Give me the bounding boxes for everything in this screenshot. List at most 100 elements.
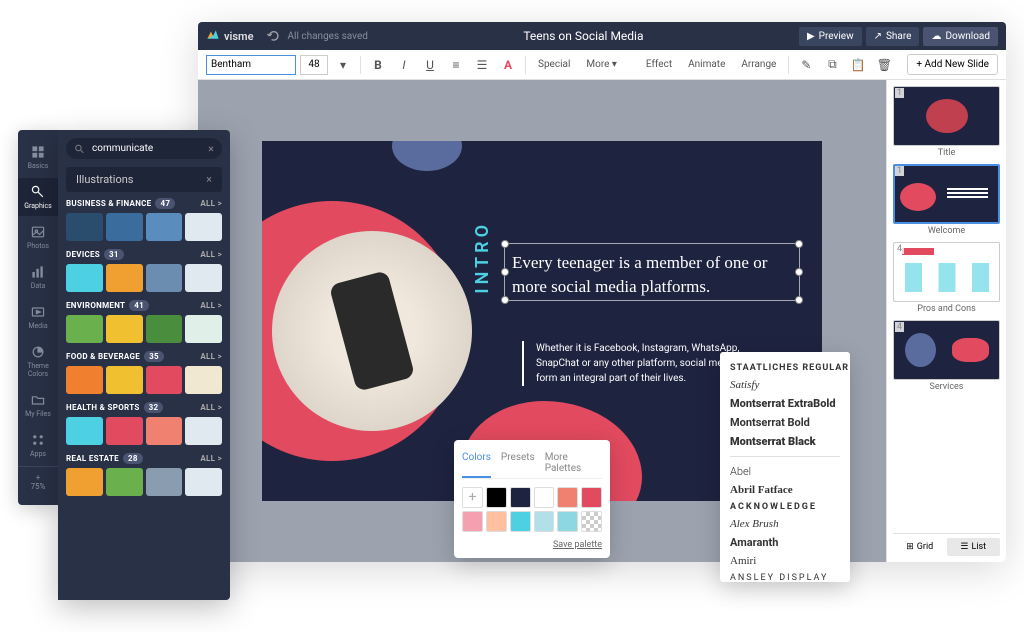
- category-header[interactable]: FOOD & BEVERAGE35All >: [66, 351, 222, 362]
- resize-handle[interactable]: [501, 268, 509, 276]
- graphic-thumb[interactable]: [106, 417, 143, 445]
- view-all-link[interactable]: All >: [200, 199, 222, 208]
- graphic-thumb[interactable]: [66, 315, 103, 343]
- graphic-thumb[interactable]: [185, 264, 222, 292]
- delete-icon[interactable]: 🗑: [873, 54, 895, 76]
- add-slide-button[interactable]: + Add New Slide: [907, 54, 998, 75]
- graphic-thumb[interactable]: [106, 264, 143, 292]
- graphic-thumb[interactable]: [66, 468, 103, 496]
- rail-data[interactable]: Data: [18, 258, 58, 296]
- category-header[interactable]: DEVICES31All >: [66, 249, 222, 260]
- graphic-thumb[interactable]: [185, 468, 222, 496]
- text-color-button[interactable]: A: [497, 54, 519, 76]
- font-option[interactable]: Acknowledge: [730, 499, 840, 515]
- grid-view-button[interactable]: ⊞ Grid: [893, 538, 947, 556]
- color-swatch[interactable]: [557, 511, 578, 532]
- more-button[interactable]: More ▾: [580, 59, 623, 70]
- font-family-select[interactable]: [206, 55, 296, 75]
- graphic-thumb[interactable]: [106, 468, 143, 496]
- underline-button[interactable]: U: [419, 54, 441, 76]
- font-size-dropdown-icon[interactable]: ▾: [332, 54, 354, 76]
- rail-apps[interactable]: Apps: [18, 426, 58, 464]
- italic-button[interactable]: I: [393, 54, 415, 76]
- view-all-link[interactable]: All >: [200, 301, 222, 310]
- rail-photos[interactable]: Photos: [18, 218, 58, 256]
- color-swatch[interactable]: [557, 487, 578, 508]
- graphic-thumb[interactable]: [146, 213, 183, 241]
- special-button[interactable]: Special: [532, 59, 576, 70]
- graphic-thumb[interactable]: [146, 417, 183, 445]
- paste-icon[interactable]: 📋: [847, 54, 869, 76]
- view-all-link[interactable]: All >: [200, 403, 222, 412]
- graphic-thumb[interactable]: [106, 213, 143, 241]
- category-header[interactable]: HEALTH & SPORTS32All >: [66, 402, 222, 413]
- resize-handle[interactable]: [795, 268, 803, 276]
- color-swatch[interactable]: [510, 487, 531, 508]
- font-option[interactable]: Alex Brush: [730, 515, 840, 533]
- arrange-button[interactable]: Arrange: [735, 59, 782, 70]
- resize-handle[interactable]: [795, 296, 803, 304]
- graphic-thumb[interactable]: [66, 264, 103, 292]
- graphic-thumb[interactable]: [106, 366, 143, 394]
- tab-colors[interactable]: Colors: [462, 448, 491, 478]
- color-swatch[interactable]: [510, 511, 531, 532]
- graphic-thumb[interactable]: [146, 264, 183, 292]
- slide-thumb[interactable]: 1 Title: [893, 86, 1000, 158]
- graphic-thumb[interactable]: [106, 315, 143, 343]
- color-swatch[interactable]: [534, 487, 555, 508]
- graphic-thumb[interactable]: [185, 366, 222, 394]
- tab-presets[interactable]: Presets: [501, 448, 535, 478]
- view-all-link[interactable]: All >: [200, 454, 222, 463]
- graphic-thumb[interactable]: [146, 315, 183, 343]
- copy-icon[interactable]: ⧉: [821, 54, 843, 76]
- intro-label[interactable]: INTRO: [472, 221, 493, 294]
- brush-icon[interactable]: ✎: [795, 54, 817, 76]
- download-button[interactable]: ☁ Download: [923, 27, 998, 46]
- font-option[interactable]: Abril Fatface: [730, 481, 840, 499]
- color-swatch[interactable]: [581, 487, 602, 508]
- font-option[interactable]: Satisfy: [730, 376, 840, 394]
- align-button[interactable]: ≡: [445, 54, 467, 76]
- clear-search-icon[interactable]: ×: [208, 142, 214, 155]
- slide-thumb[interactable]: 4 Pros and Cons: [893, 242, 1000, 314]
- resize-handle[interactable]: [501, 240, 509, 248]
- resize-handle[interactable]: [501, 296, 509, 304]
- color-swatch[interactable]: [462, 511, 483, 532]
- font-option[interactable]: Abel: [730, 462, 840, 481]
- category-header[interactable]: BUSINESS & FINANCE47All >: [66, 198, 222, 209]
- rail-media[interactable]: Media: [18, 298, 58, 336]
- headline-textbox[interactable]: Every teenager is a member of one or mor…: [512, 251, 792, 299]
- save-palette-link[interactable]: Save palette: [462, 540, 602, 550]
- slide-thumb[interactable]: 4 Services: [893, 320, 1000, 392]
- close-icon[interactable]: ×: [206, 173, 212, 186]
- bold-button[interactable]: B: [367, 54, 389, 76]
- add-color-button[interactable]: +: [462, 487, 483, 508]
- animate-button[interactable]: Animate: [682, 59, 731, 70]
- graphic-thumb[interactable]: [66, 213, 103, 241]
- list-view-button[interactable]: ☰ List: [947, 538, 1001, 556]
- font-option[interactable]: Montserrat Bold: [730, 413, 840, 432]
- category-header[interactable]: REAL ESTATE28All >: [66, 453, 222, 464]
- color-swatch[interactable]: [486, 487, 507, 508]
- category-header[interactable]: ENVIRONMENT41All >: [66, 300, 222, 311]
- list-button[interactable]: ☰: [471, 54, 493, 76]
- view-all-link[interactable]: All >: [200, 352, 222, 361]
- rail-graphics[interactable]: Graphics: [18, 178, 58, 216]
- color-swatch[interactable]: [486, 511, 507, 532]
- view-all-link[interactable]: All >: [200, 250, 222, 259]
- font-option[interactable]: Montserrat ExtraBold: [730, 394, 840, 413]
- font-option[interactable]: Amaranth: [730, 533, 840, 552]
- graphic-thumb[interactable]: [66, 366, 103, 394]
- panel-tab-illustrations[interactable]: Illustrations ×: [66, 167, 222, 192]
- undo-icon[interactable]: [266, 29, 280, 43]
- graphic-thumb[interactable]: [146, 468, 183, 496]
- graphic-thumb[interactable]: [146, 366, 183, 394]
- share-button[interactable]: ↗ Share: [866, 27, 920, 46]
- rail-theme-colors[interactable]: Theme Colors: [18, 338, 58, 384]
- zoom-level[interactable]: +75%: [18, 466, 58, 497]
- font-size-input[interactable]: [300, 55, 328, 75]
- color-swatch[interactable]: [534, 511, 555, 532]
- rail-my-files[interactable]: My Files: [18, 386, 58, 424]
- slide-thumb[interactable]: 1 Welcome: [893, 164, 1000, 236]
- search-input[interactable]: [66, 138, 222, 159]
